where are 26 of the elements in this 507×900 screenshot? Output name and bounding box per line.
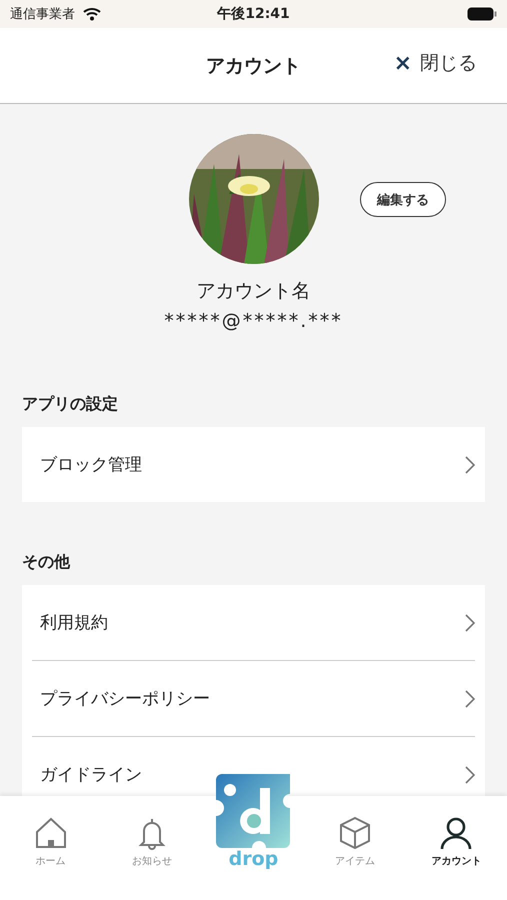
tab-item[interactable]: ホーム <box>6 816 96 868</box>
close-button[interactable]: × 閉じる <box>394 50 477 76</box>
chevron-right-icon <box>465 766 475 784</box>
edit-button[interactable]: 編集する <box>360 182 446 217</box>
section-title: アプリの設定 <box>21 394 119 415</box>
wifi-icon <box>83 7 101 21</box>
status-time: 午後12:41 <box>217 5 290 23</box>
cube-icon <box>338 816 372 850</box>
account-name: アカウント名 <box>196 279 310 304</box>
screen-title: アカウント <box>206 54 301 78</box>
carrier-name: 通信事業者 <box>10 6 75 23</box>
menu-item[interactable]: ガイドライン <box>40 763 142 786</box>
chevron-right-icon <box>465 614 475 632</box>
battery-icon <box>467 7 497 21</box>
menu-item[interactable]: 利用規約 <box>40 611 108 634</box>
chevron-right-icon <box>465 690 475 708</box>
menu-item[interactable]: プライバシーポリシー <box>40 687 210 710</box>
chevron-right-icon <box>465 456 475 474</box>
section-title: その他 <box>21 552 72 573</box>
person-icon <box>439 816 474 850</box>
tab-item[interactable]: アカウント <box>411 816 502 868</box>
account-email: *****@*****.*** <box>164 310 343 332</box>
home-icon <box>34 816 68 850</box>
menu-item[interactable]: ブロック管理 <box>40 453 142 476</box>
tab-item[interactable]: アイテム <box>310 816 400 868</box>
tab-item[interactable]: お知らせ <box>107 816 198 868</box>
